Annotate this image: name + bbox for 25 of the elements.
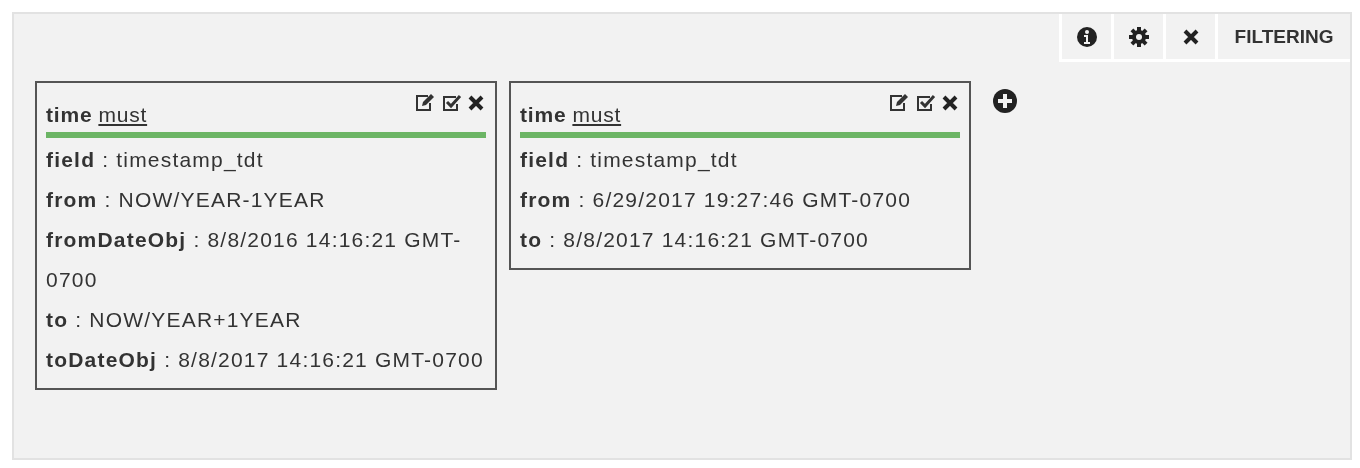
info-button[interactable] bbox=[1059, 14, 1111, 62]
add-icon[interactable] bbox=[993, 89, 1017, 113]
edit-icon[interactable] bbox=[888, 93, 909, 113]
settings-icon bbox=[1127, 25, 1150, 48]
filter-property: toDateObj : 8/8/2017 14:16:21 GMT-0700 bbox=[46, 347, 485, 373]
filter-property: field : timestamp_tdt bbox=[46, 147, 265, 174]
filter-field-name: time bbox=[46, 103, 93, 127]
filter-field-name: time bbox=[520, 103, 567, 127]
filter-property: to : NOW/YEAR+1YEAR bbox=[46, 307, 303, 333]
filter-property: field : timestamp_tdt bbox=[520, 147, 739, 174]
info-icon bbox=[1075, 25, 1098, 48]
settings-button[interactable] bbox=[1111, 14, 1163, 62]
close-icon[interactable] bbox=[468, 95, 484, 111]
filter-property: from : NOW/YEAR-1YEAR bbox=[46, 187, 327, 213]
close-icon[interactable] bbox=[942, 95, 958, 111]
close-button[interactable] bbox=[1163, 14, 1215, 62]
filter-property: to : 8/8/2017 14:16:21 GMT-0700 bbox=[520, 227, 870, 253]
close-icon bbox=[1181, 27, 1200, 46]
occur-link[interactable]: must bbox=[98, 103, 148, 127]
checkbox-icon[interactable] bbox=[441, 93, 462, 113]
occur-link[interactable]: must bbox=[572, 103, 622, 127]
filtering-button[interactable]: FILTERING bbox=[1215, 14, 1350, 62]
filter-property: from : 6/29/2017 19:27:46 GMT-0700 bbox=[520, 187, 912, 213]
checkbox-icon[interactable] bbox=[915, 93, 936, 113]
edit-icon[interactable] bbox=[414, 93, 435, 113]
